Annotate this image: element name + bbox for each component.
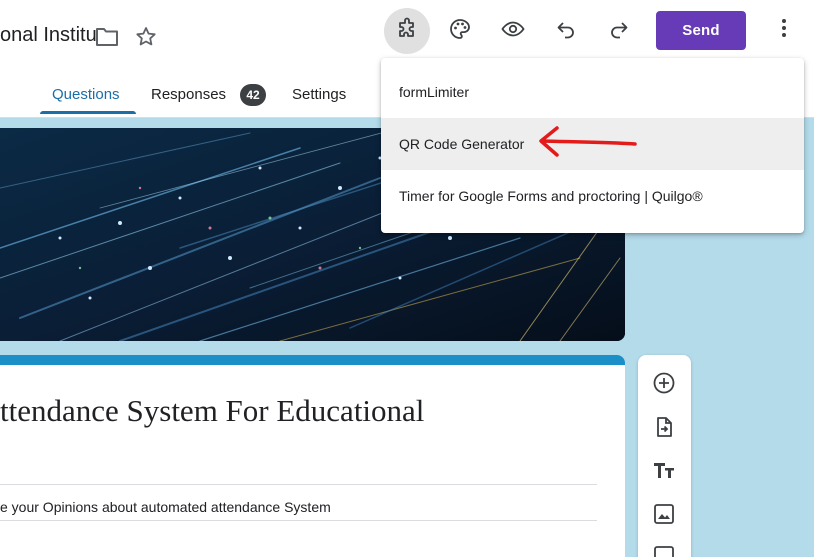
form-doc-title[interactable]: onal Institu bbox=[0, 24, 97, 47]
add-image-button[interactable] bbox=[651, 503, 677, 529]
add-title-icon bbox=[652, 458, 676, 487]
annotation-arrow-icon bbox=[535, 124, 639, 160]
preview-eye-icon bbox=[501, 17, 525, 46]
question-toolbar bbox=[638, 355, 691, 557]
card-accent-bar bbox=[0, 355, 625, 365]
undo-icon bbox=[554, 17, 578, 46]
add-title-button[interactable] bbox=[651, 459, 677, 485]
add-question-button[interactable] bbox=[651, 372, 677, 398]
import-questions-button[interactable] bbox=[651, 416, 677, 442]
more-options-button[interactable] bbox=[766, 12, 802, 48]
menu-item-quilgo-timer[interactable]: Timer for Google Forms and proctoring | … bbox=[381, 170, 804, 222]
preview-button[interactable] bbox=[490, 8, 536, 54]
form-description[interactable]: e your Opinions about automated attendan… bbox=[0, 499, 331, 515]
title-divider bbox=[0, 484, 597, 485]
responses-count-badge: 42 bbox=[240, 84, 266, 106]
more-vert-icon bbox=[772, 16, 796, 45]
form-title[interactable]: ttendance System For Educational bbox=[0, 393, 424, 429]
tab-questions[interactable]: Questions bbox=[52, 86, 120, 103]
active-tab-indicator bbox=[40, 111, 136, 114]
addons-button[interactable] bbox=[384, 8, 430, 54]
tab-responses[interactable]: Responses bbox=[151, 86, 226, 103]
tab-settings[interactable]: Settings bbox=[292, 86, 346, 103]
import-questions-icon bbox=[652, 415, 676, 444]
palette-icon bbox=[448, 17, 472, 46]
redo-button[interactable] bbox=[596, 8, 642, 54]
add-video-icon bbox=[652, 544, 676, 557]
add-question-icon bbox=[652, 371, 676, 400]
star-icon[interactable] bbox=[134, 25, 158, 49]
customize-theme-button[interactable] bbox=[437, 8, 483, 54]
add-image-icon bbox=[652, 502, 676, 531]
add-video-button[interactable] bbox=[651, 545, 677, 557]
send-button[interactable]: Send bbox=[656, 11, 746, 50]
redo-icon bbox=[607, 17, 631, 46]
addons-puzzle-icon bbox=[395, 17, 419, 46]
folder-icon[interactable] bbox=[95, 27, 119, 47]
description-divider bbox=[0, 520, 597, 521]
undo-button[interactable] bbox=[543, 8, 589, 54]
menu-item-formlimiter[interactable]: formLimiter bbox=[381, 66, 804, 118]
form-title-card: ttendance System For Educational e your … bbox=[0, 355, 625, 557]
